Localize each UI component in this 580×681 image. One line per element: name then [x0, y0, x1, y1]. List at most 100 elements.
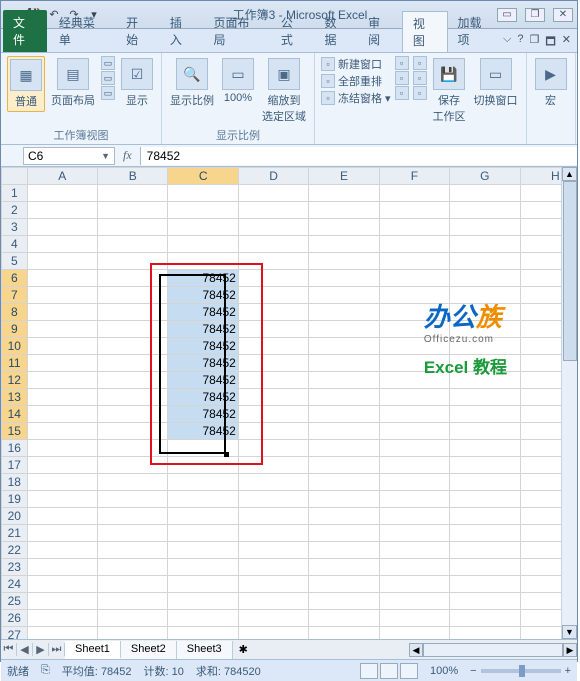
- cell-G5[interactable]: [450, 253, 520, 270]
- cell-E26[interactable]: [309, 610, 379, 627]
- row-header-18[interactable]: 18: [2, 474, 28, 491]
- cell-A20[interactable]: [27, 508, 97, 525]
- cell-G18[interactable]: [450, 474, 520, 491]
- cell-E6[interactable]: [309, 270, 379, 287]
- cell-E20[interactable]: [309, 508, 379, 525]
- cell-D4[interactable]: [238, 236, 308, 253]
- save-workspace-button[interactable]: 💾保存 工作区: [431, 56, 468, 126]
- cell-D6[interactable]: [238, 270, 308, 287]
- cell-B14[interactable]: [98, 406, 168, 423]
- cell-E4[interactable]: [309, 236, 379, 253]
- cell-B19[interactable]: [98, 491, 168, 508]
- cell-E11[interactable]: [309, 355, 379, 372]
- cell-B15[interactable]: [98, 423, 168, 440]
- zoom-selection-button[interactable]: ▣缩放到 选定区域: [260, 56, 308, 126]
- cell-D18[interactable]: [238, 474, 308, 491]
- cell-C20[interactable]: [168, 508, 238, 525]
- cell-B2[interactable]: [98, 202, 168, 219]
- spreadsheet-grid[interactable]: ABCDEFGH12345678452778452878452978452107…: [1, 167, 577, 639]
- cell-C13[interactable]: 78452: [168, 389, 238, 406]
- cell-G2[interactable]: [450, 202, 520, 219]
- freeze-panes-button[interactable]: ▫冻结窗格 ▾: [321, 90, 391, 106]
- sheet-tab-Sheet1[interactable]: Sheet1: [65, 641, 121, 659]
- cell-E13[interactable]: [309, 389, 379, 406]
- cell-F12[interactable]: [379, 372, 449, 389]
- view-pagebreak-button[interactable]: ▭: [101, 56, 115, 70]
- cell-G10[interactable]: [450, 338, 520, 355]
- cell-E7[interactable]: [309, 287, 379, 304]
- row-header-14[interactable]: 14: [2, 406, 28, 423]
- cell-F25[interactable]: [379, 593, 449, 610]
- col-header-G[interactable]: G: [450, 168, 520, 185]
- help-icon-4[interactable]: ✕: [562, 33, 571, 52]
- cell-F23[interactable]: [379, 559, 449, 576]
- cell-B10[interactable]: [98, 338, 168, 355]
- cell-E2[interactable]: [309, 202, 379, 219]
- zoom-level[interactable]: 100%: [430, 665, 458, 677]
- cell-A25[interactable]: [27, 593, 97, 610]
- zoom-in-button[interactable]: +: [565, 665, 571, 677]
- name-box[interactable]: C6 ▼: [23, 147, 115, 165]
- cell-E18[interactable]: [309, 474, 379, 491]
- sheet-tab-Sheet2[interactable]: Sheet2: [121, 641, 177, 659]
- row-header-16[interactable]: 16: [2, 440, 28, 457]
- side-by-side-button[interactable]: ▫: [413, 56, 427, 70]
- cell-G20[interactable]: [450, 508, 520, 525]
- cell-D21[interactable]: [238, 525, 308, 542]
- cell-D8[interactable]: [238, 304, 308, 321]
- zoom-out-button[interactable]: −: [470, 665, 476, 677]
- cell-C6[interactable]: 78452: [168, 270, 238, 287]
- cell-A8[interactable]: [27, 304, 97, 321]
- cell-G27[interactable]: [450, 627, 520, 640]
- cell-F3[interactable]: [379, 219, 449, 236]
- cell-B1[interactable]: [98, 185, 168, 202]
- cell-G14[interactable]: [450, 406, 520, 423]
- cell-D23[interactable]: [238, 559, 308, 576]
- maximize-button[interactable]: ❐: [525, 8, 545, 22]
- cell-A27[interactable]: [27, 627, 97, 640]
- col-header-A[interactable]: A: [27, 168, 97, 185]
- cell-B7[interactable]: [98, 287, 168, 304]
- row-header-5[interactable]: 5: [2, 253, 28, 270]
- cell-F27[interactable]: [379, 627, 449, 640]
- cell-C12[interactable]: 78452: [168, 372, 238, 389]
- hscroll-left-button[interactable]: ◀: [409, 643, 423, 657]
- cell-D13[interactable]: [238, 389, 308, 406]
- cell-A1[interactable]: [27, 185, 97, 202]
- cell-F10[interactable]: [379, 338, 449, 355]
- cell-B27[interactable]: [98, 627, 168, 640]
- cell-D27[interactable]: [238, 627, 308, 640]
- row-header-26[interactable]: 26: [2, 610, 28, 627]
- cell-G12[interactable]: [450, 372, 520, 389]
- cell-G15[interactable]: [450, 423, 520, 440]
- cell-E23[interactable]: [309, 559, 379, 576]
- cell-B24[interactable]: [98, 576, 168, 593]
- cell-E19[interactable]: [309, 491, 379, 508]
- cell-F17[interactable]: [379, 457, 449, 474]
- cell-B5[interactable]: [98, 253, 168, 270]
- select-all-corner[interactable]: [2, 168, 28, 185]
- cell-F26[interactable]: [379, 610, 449, 627]
- cell-F13[interactable]: [379, 389, 449, 406]
- cell-D14[interactable]: [238, 406, 308, 423]
- cell-G4[interactable]: [450, 236, 520, 253]
- cell-F11[interactable]: [379, 355, 449, 372]
- cell-F9[interactable]: [379, 321, 449, 338]
- cell-D16[interactable]: [238, 440, 308, 457]
- cell-C8[interactable]: 78452: [168, 304, 238, 321]
- cell-E14[interactable]: [309, 406, 379, 423]
- cell-D24[interactable]: [238, 576, 308, 593]
- cell-C18[interactable]: [168, 474, 238, 491]
- cell-G6[interactable]: [450, 270, 520, 287]
- cell-D7[interactable]: [238, 287, 308, 304]
- cell-A3[interactable]: [27, 219, 97, 236]
- view-normal-button[interactable]: ▦普通: [7, 56, 45, 112]
- view-pagelayout-button[interactable]: ▤页面布局: [49, 56, 97, 110]
- cell-B3[interactable]: [98, 219, 168, 236]
- cell-F20[interactable]: [379, 508, 449, 525]
- cell-F24[interactable]: [379, 576, 449, 593]
- hscroll-track[interactable]: [423, 643, 563, 657]
- switch-windows-button[interactable]: ▭切换窗口: [472, 56, 520, 110]
- hide-button[interactable]: ▫: [395, 71, 409, 85]
- cell-D20[interactable]: [238, 508, 308, 525]
